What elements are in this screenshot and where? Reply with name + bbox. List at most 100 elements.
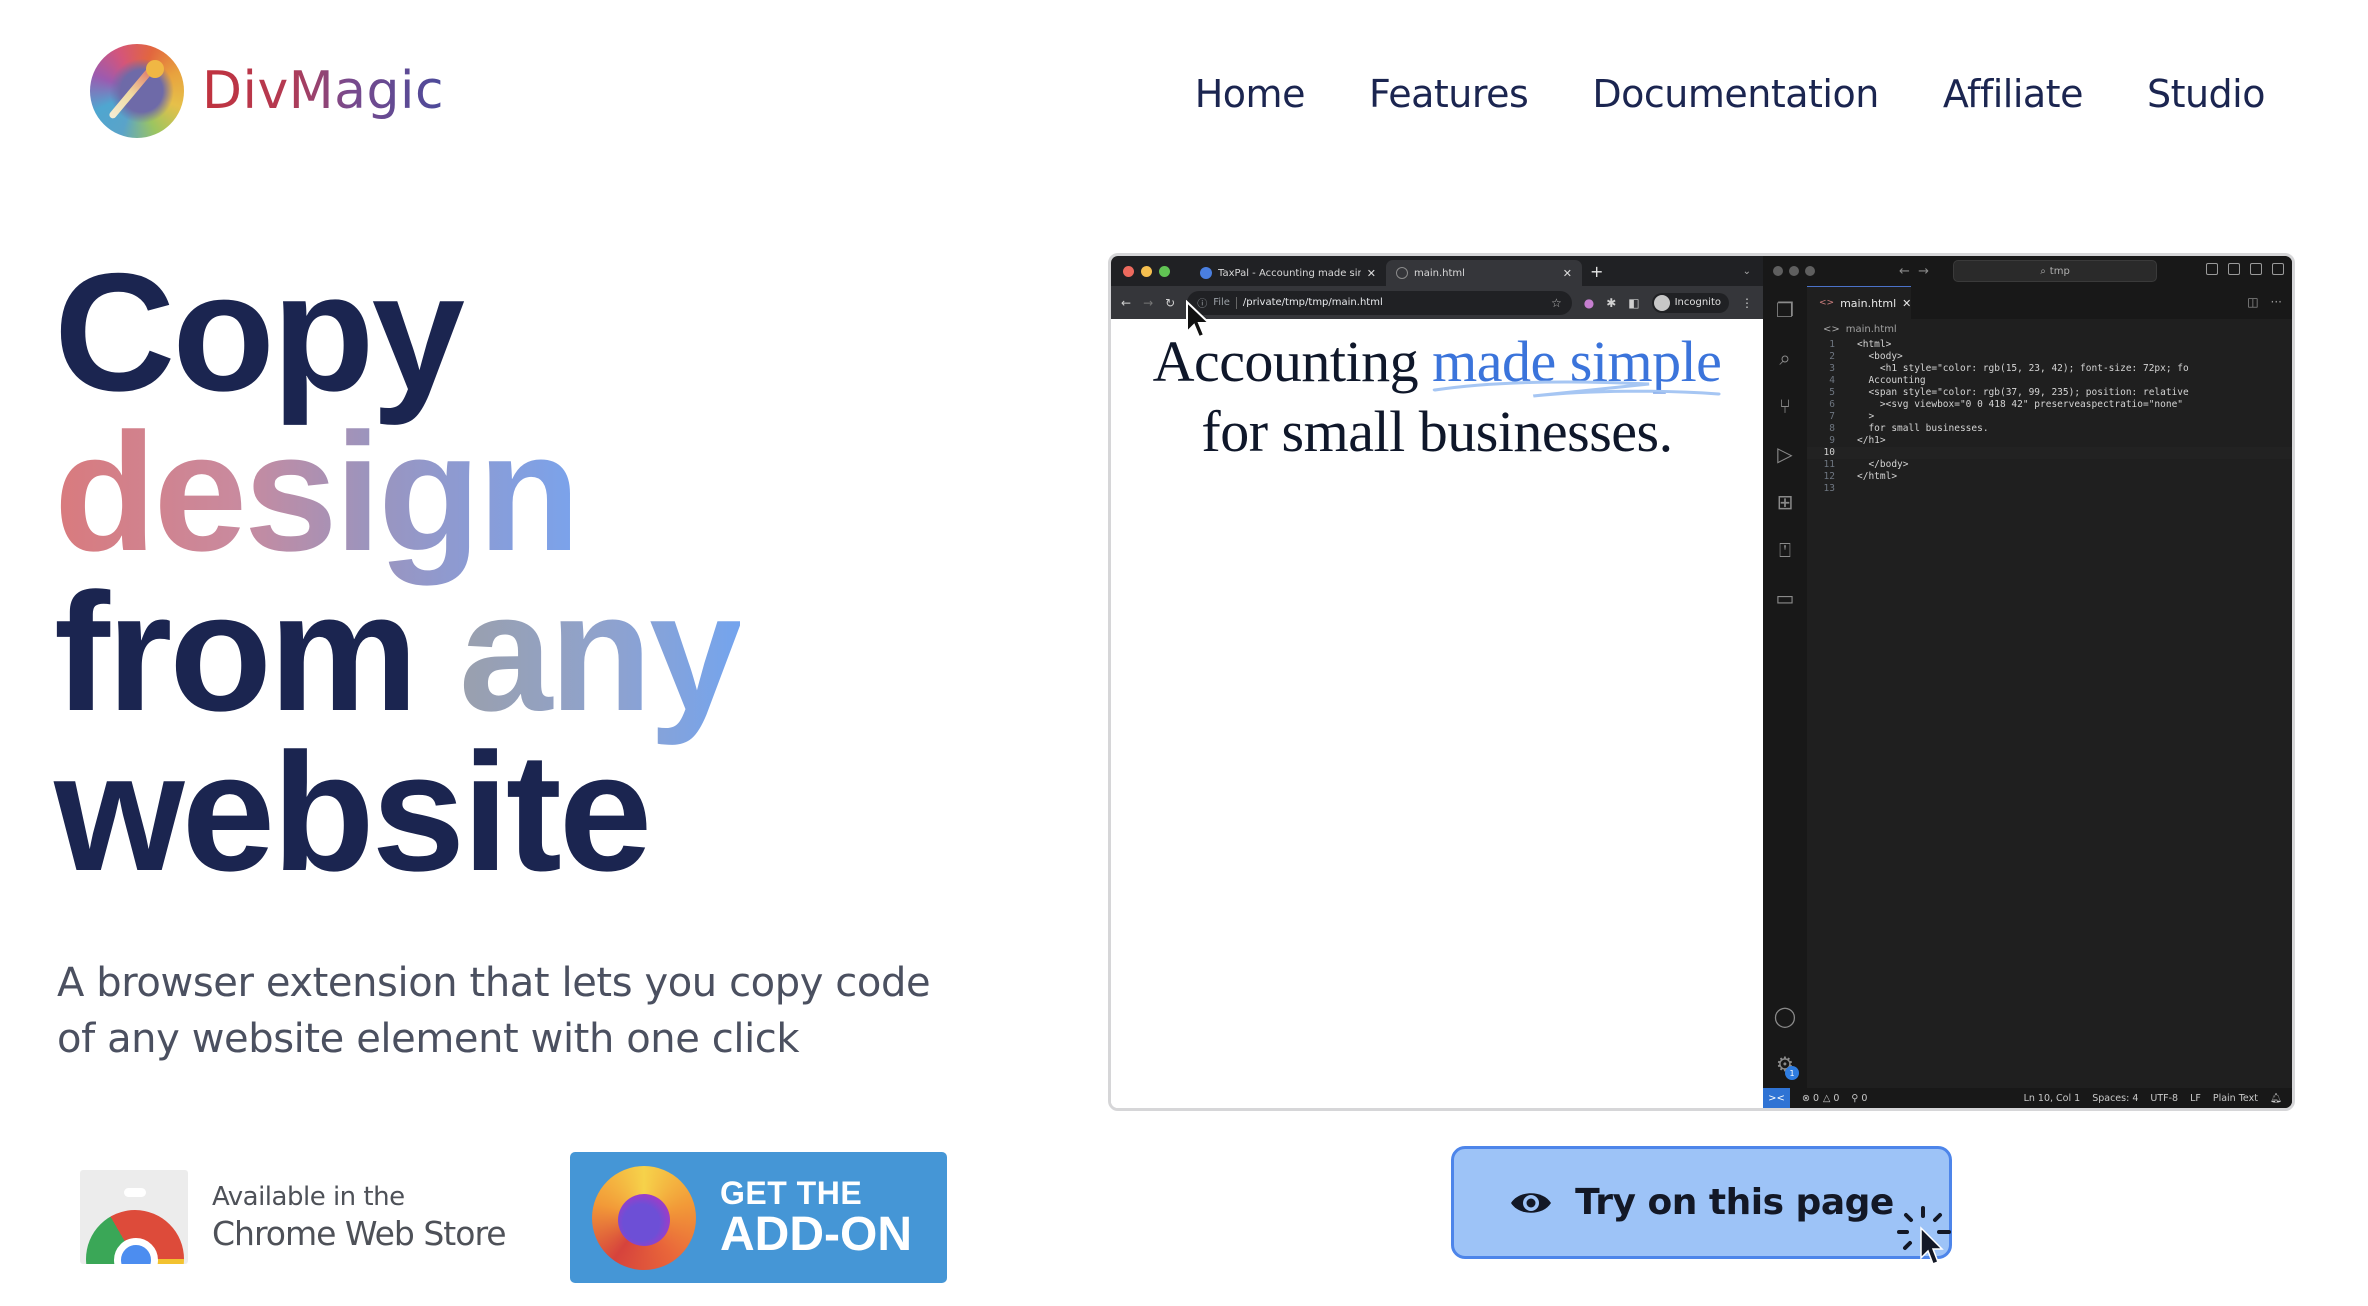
vscode-titlebar: ← → ⌕ tmp [1763,256,2292,286]
code-line: 11 </body> [1807,459,2292,471]
extension-divmagic-icon: ● [1583,295,1595,310]
editor-breadcrumb: <> main.html [1807,319,2292,339]
line-number: 13 [1823,483,1835,494]
settings-badge: 1 [1785,1066,1799,1080]
line-number: 2 [1829,351,1835,362]
code-line: 3 <h1 style="color: rgb(15, 23, 42); fon… [1807,363,2292,375]
html-file-icon: <> [1819,298,1835,308]
nav-documentation[interactable]: Documentation [1592,72,1879,116]
forward-arrow-icon: → [1143,295,1154,310]
demo-screenshot: TaxPal - Accounting made sim ✕ main.html… [1108,253,2295,1111]
toggle-sidebar-icon [2206,263,2218,275]
editor-tabbar: <> main.html ✕ ◫ ··· [1807,286,2292,319]
rendered-page: Accounting made simple for small busines… [1111,319,1763,1108]
try-on-this-page-button[interactable]: Try on this page [1451,1146,1952,1259]
firefox-addon-badge[interactable]: GET THE ADD-ON [570,1152,947,1283]
status-errors: ⊗ 0 [1802,1092,1820,1104]
code-text: </html> [1857,471,1898,482]
editor-tab-main-html: <> main.html ✕ [1807,286,1911,319]
toggle-panel-icon [2228,263,2240,275]
code-text: <body> [1857,351,1903,362]
status-indentation: Spaces: 4 [2092,1092,2139,1104]
code-text: Accounting [1857,375,1926,386]
incognito-badge: Incognito [1651,292,1729,313]
explorer-icon: ❐ [1776,298,1794,322]
settings-gear-icon: ⚙ 1 [1763,1040,1807,1088]
brand-logo[interactable]: DivMagic [90,44,444,138]
layout-controls [2206,263,2284,275]
code-text: </h1> [1857,435,1886,446]
extensions-icon: ⊞ [1776,490,1794,514]
code-text: for small businesses. [1857,423,1989,434]
heading-highlight: made simple [1432,329,1722,398]
url-scheme: File [1213,297,1230,308]
firefox-badge-line1: GET THE [720,1174,863,1211]
breadcrumb-file: main.html [1845,323,1897,335]
status-ports: ⚲ 0 [1851,1092,1868,1104]
chrome-badge-line1: Available in the [212,1181,405,1212]
address-bar: ⓘ File /private/tmp/tmp/main.html ☆ [1187,290,1572,315]
account-icon: ◯ [1773,1004,1797,1028]
search-text: tmp [2049,265,2070,277]
url-text: /private/tmp/tmp/main.html [1242,297,1383,308]
heading-plain-end: for small businesses. [1201,399,1673,464]
firefox-badge-line2: ADD-ON [720,1207,912,1261]
code-text: </body> [1857,459,1909,470]
tab-title: TaxPal - Accounting made sim [1218,267,1361,279]
hero-subtitle: A browser extension that lets you copy c… [57,960,931,1062]
search-icon: ⌕ [2040,265,2046,277]
line-number: 10 [1823,447,1835,458]
headline-line-2: design [54,408,740,576]
close-tab-icon: ✕ [1562,266,1572,280]
line-number: 11 [1823,459,1835,470]
profile-label: Incognito [1674,297,1721,308]
status-warnings: △ 0 [1823,1092,1840,1104]
line-number: 12 [1823,471,1835,482]
firefox-badge-text: GET THE ADD-ON [720,1176,912,1260]
code-line: 4 Accounting [1807,375,2292,387]
window-controls [1123,265,1170,277]
code-text: <span style="color: rgb(37, 99, 235); po… [1857,387,2189,398]
close-dot-icon [1123,265,1134,277]
line-number: 1 [1829,339,1835,350]
chrome-web-store-badge[interactable]: Available in the Chrome Web Store [80,1170,507,1264]
status-bar: >< ⊗ 0 △ 0 ⚲ 0 Ln 10, Col 1 Spaces: 4 UT… [1763,1088,2292,1108]
headline-line-4: website [54,718,652,906]
nav-home[interactable]: Home [1195,72,1306,116]
magic-wand-logo-icon [90,44,184,138]
customize-layout-icon [2272,263,2284,275]
hero-headline: Copy design from any website [54,248,742,906]
line-number: 4 [1829,375,1835,386]
maximize-dot-icon [1159,265,1170,277]
toggle-secondary-sidebar-icon [2250,263,2262,275]
nav-features[interactable]: Features [1369,72,1529,116]
chrome-web-store-icon [80,1170,188,1264]
editor-tab-title: main.html [1840,296,1897,310]
demo-vscode-window: ← → ⌕ tmp ❐ ⌕ ⑂ ▷ ⊞ ⍞ ▭ ◯ ⚙ 1 <> main.ht… [1763,256,2292,1108]
code-line: 5 <span style="color: rgb(37, 99, 235); … [1807,387,2292,399]
mouse-cursor-icon [1186,300,1212,339]
code-text: > [1857,411,1875,422]
back-arrow-icon: ← [1121,295,1132,310]
code-line: 9 </h1> [1807,435,2292,447]
line-number: 8 [1829,423,1835,434]
code-text: <html> [1857,339,1892,350]
taxpal-favicon-icon [1200,267,1212,279]
kebab-menu-icon: ⋮ [1741,295,1753,310]
nav-affiliate[interactable]: Affiliate [1943,72,2084,116]
firefox-icon [592,1165,696,1270]
code-line: 7 > [1807,411,2292,423]
code-line: 10 [1807,447,2292,459]
try-button-label: Try on this page [1575,1182,1894,1223]
code-line: 8 for small businesses. [1807,423,2292,435]
scribble-underline [1432,380,1721,398]
rendered-heading: Accounting made simple for small busines… [1111,327,1763,467]
split-editor-icon: ◫ [2247,295,2259,309]
activity-bar: ❐ ⌕ ⑂ ▷ ⊞ ⍞ ▭ ◯ ⚙ 1 [1763,286,1807,1088]
chrome-badge-text: Available in the Chrome Web Store [212,1181,507,1253]
click-cursor-icon [1897,1206,1951,1265]
line-number: 9 [1829,435,1835,446]
status-encoding: UTF-8 [2150,1092,2179,1104]
nav-studio[interactable]: Studio [2147,72,2266,116]
comments-icon: ▭ [1775,586,1795,610]
